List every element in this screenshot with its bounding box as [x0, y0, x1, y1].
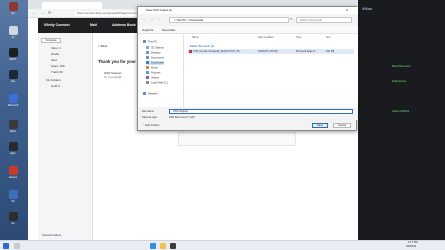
- start-icon[interactable]: [3, 243, 9, 249]
- active-tab[interactable]: [42, 2, 102, 9]
- desktop-icon-ac[interactable]: Ac: [2, 26, 24, 39]
- desktop-icon-ho[interactable]: Ho: [2, 212, 24, 225]
- organize-button[interactable]: Organize: [142, 28, 153, 32]
- clock-date[interactable]: 2/6/2023: [406, 245, 416, 248]
- nav-music[interactable]: Music: [146, 66, 158, 70]
- chat-side-panel: William BlackSheeder WarHeiros Warlord20…: [358, 0, 445, 240]
- back-arrow-icon[interactable]: ←: [142, 17, 147, 22]
- panel-name-2[interactable]: WarHeiros: [392, 79, 406, 83]
- column-size[interactable]: Size: [326, 36, 331, 39]
- file-type: Microsoft Edge P...: [296, 50, 317, 53]
- close-icon[interactable]: ✕: [344, 8, 350, 13]
- desktop-icon-epic[interactable]: Epic: [2, 142, 24, 155]
- filename-area: File name: USS Support Save as type: PDF…: [138, 107, 358, 120]
- column-name[interactable]: Name: [192, 36, 199, 39]
- save-dialog: Save Print Output As ✕ ← → ↑ > This PC >…: [137, 6, 358, 131]
- file-modified: 2/5/2023 1:33 AM: [258, 50, 278, 53]
- search-icon[interactable]: [14, 243, 20, 249]
- desktop-icon-steam[interactable]: Ste: [2, 70, 24, 83]
- file-row[interactable]: FTR_Overall_Scaqtaq5_SEQUOYAH_US... 2/5/…: [188, 49, 354, 54]
- virtual-folders[interactable]: Virtual Folders: [42, 233, 61, 237]
- forward-arrow-icon[interactable]: →: [149, 17, 154, 22]
- message-body-preview: [178, 132, 296, 146]
- navigation-pane: This PC 3D Objects Desktop Documents Dow…: [138, 34, 184, 107]
- folder-sent[interactable]: Sent: [51, 58, 57, 62]
- folder-spam[interactable]: Spam 196: [51, 64, 65, 68]
- desktop-icon-wi[interactable]: Wi: [2, 190, 24, 203]
- compose-button[interactable]: Compose: [41, 38, 61, 43]
- hide-folders-toggle[interactable]: ⌃ Hide Folders: [142, 124, 160, 127]
- folder-drafts[interactable]: Drafts: [51, 52, 59, 56]
- filename-label: File name:: [142, 110, 155, 113]
- edge-icon[interactable]: [150, 243, 156, 249]
- cancel-button[interactable]: Cancel: [333, 123, 351, 128]
- back-link[interactable]: < Back: [98, 44, 107, 48]
- desktop-icon-ga[interactable]: Ga: [2, 2, 24, 15]
- folder-inbox[interactable]: Inbox 1: [51, 46, 61, 50]
- file-name: FTR_Overall_Scaqtaq5_SEQUOYAH_US...: [193, 50, 242, 53]
- app-icon[interactable]: [170, 243, 176, 249]
- pdf-file-icon: [189, 50, 192, 54]
- folder-trash[interactable]: Trash 30: [51, 70, 63, 74]
- dialog-nav-bar: ← → ↑ > This PC > Downloads ⟳ Search Dow…: [138, 14, 358, 26]
- panel-name-3[interactable]: Warlord2023: [392, 109, 409, 113]
- nav-this-pc[interactable]: This PC: [143, 40, 157, 44]
- desktop-icon-next[interactable]: NEXT: [2, 48, 24, 61]
- save-button[interactable]: Save: [312, 123, 328, 128]
- nav-desktop[interactable]: Desktop: [146, 51, 161, 55]
- filename-input[interactable]: USS Support: [169, 109, 353, 114]
- nav-mail[interactable]: Mail: [90, 23, 97, 27]
- back-arrow-icon[interactable]: ←: [32, 10, 36, 15]
- refresh-icon[interactable]: ⟳: [48, 10, 51, 15]
- group-header[interactable]: Earlier this month (1): [190, 45, 214, 48]
- brand-label: Xfinity Connect: [44, 23, 70, 27]
- desktop-icon-games[interactable]: Games: [2, 166, 24, 179]
- panel-title: William: [362, 7, 373, 11]
- folder-my-folders[interactable]: My Folders: [46, 78, 61, 82]
- panel-name-1[interactable]: BlackSheeder: [392, 64, 411, 68]
- desktop-icon-beat[interactable]: Beat: [2, 120, 24, 133]
- folder-pane: Compose Inbox 1 Drafts Sent Spam 196 Tra…: [38, 33, 93, 240]
- folder-hold[interactable]: Hold 0: [51, 84, 60, 88]
- file-size: 180 KB: [326, 50, 335, 53]
- file-list: Name Date modified Type Size Earlier thi…: [184, 34, 358, 107]
- nav-address-book[interactable]: Address Book: [112, 23, 136, 27]
- savetype-select[interactable]: PDF Document (*.pdf): [169, 116, 195, 119]
- column-type[interactable]: Type: [296, 36, 301, 39]
- search-input[interactable]: Search Downloads: [296, 17, 352, 23]
- new-folder-button[interactable]: New folder: [162, 28, 175, 32]
- nav-downloads[interactable]: Downloads: [146, 61, 164, 65]
- nav-pictures[interactable]: Pictures: [146, 71, 160, 75]
- nav-documents[interactable]: Documents: [146, 56, 164, 60]
- nav-3d-objects[interactable]: 3D Objects: [146, 46, 164, 50]
- up-arrow-icon[interactable]: ↑: [156, 17, 161, 22]
- savetype-label: Save as type:: [142, 116, 158, 119]
- command-bar: Organize New folder: [138, 26, 358, 34]
- message-title: Thank you for your p: [98, 59, 140, 64]
- path-bar[interactable]: > This PC > Downloads: [169, 17, 289, 23]
- file-explorer-icon[interactable]: [160, 243, 166, 249]
- nav-network[interactable]: Network: [143, 92, 158, 96]
- dialog-title: Save Print Output As ✕: [138, 7, 358, 14]
- taskbar: 4:17 PM 2/6/2023: [0, 240, 445, 250]
- refresh-icon[interactable]: ⟳: [289, 17, 294, 22]
- nav-videos[interactable]: Videos: [146, 76, 159, 80]
- forward-arrow-icon[interactable]: →: [40, 10, 44, 15]
- nav-local-disk[interactable]: Local Disk (C:): [146, 81, 168, 85]
- desktop-icon-microsoft[interactable]: Microsoft: [2, 94, 24, 107]
- clock-time[interactable]: 4:17 PM: [408, 241, 418, 244]
- to-line: To: no-reply@...: [104, 75, 124, 79]
- column-date-modified[interactable]: Date modified: [258, 36, 273, 39]
